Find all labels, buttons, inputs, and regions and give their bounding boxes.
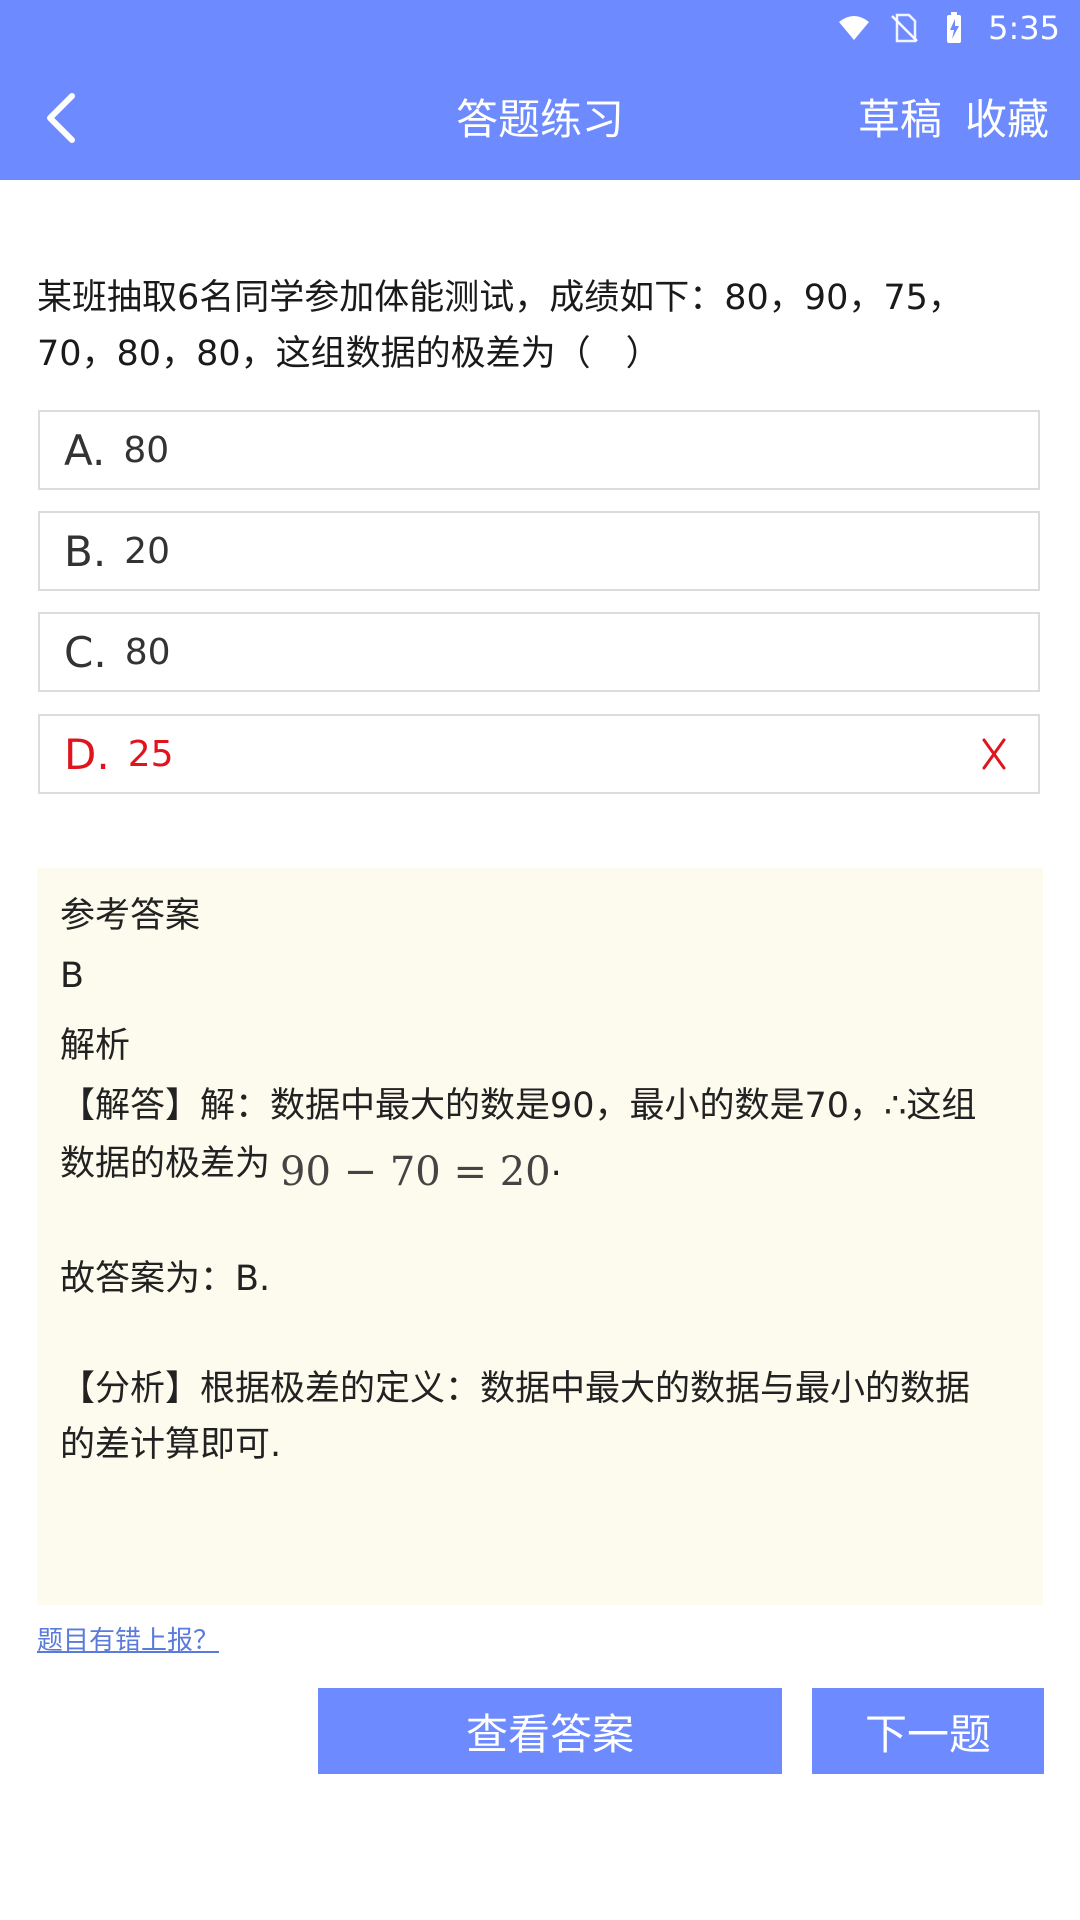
option-value: 25	[127, 733, 174, 775]
status-time: 5:35	[988, 9, 1060, 47]
wrong-x-icon	[982, 738, 1006, 770]
app-bar: 5:35 答题练习 草稿 收藏	[0, 0, 1080, 180]
analysis-line: 的差计算即可.	[60, 1425, 282, 1465]
next-question-button[interactable]: 下一题	[812, 1688, 1044, 1774]
analysis-title: 解析	[60, 1026, 131, 1066]
no-sim-icon	[891, 13, 919, 43]
option-letter: A.	[64, 425, 106, 475]
report-error-link[interactable]: 题目有错上报？	[37, 1620, 219, 1657]
reference-answer-title: 参考答案	[60, 896, 201, 936]
option-b[interactable]: B. 20	[38, 511, 1040, 591]
option-c[interactable]: C. 80	[38, 612, 1040, 692]
solution-line: 【解答】解：数据中最大的数是90，最小的数是70，∴这组	[60, 1086, 977, 1126]
status-bar: 5:35	[838, 8, 1060, 48]
favorite-button[interactable]: 收藏	[965, 92, 1049, 148]
formula: 90 − 70 = 20	[280, 1149, 551, 1195]
draft-button[interactable]: 草稿	[858, 92, 942, 148]
battery-charging-icon	[947, 12, 962, 43]
option-letter: C.	[64, 627, 107, 677]
question-line: 70，80，80，这组数据的极差为（ ）	[37, 334, 661, 374]
analysis-line: 【分析】根据极差的定义：数据中最大的数据与最小的数据	[60, 1369, 971, 1409]
conclusion-text: 故答案为：B.	[60, 1259, 271, 1299]
question-text: 某班抽取6名同学参加体能测试，成绩如下：80，90，75， 70，80，80，这…	[37, 270, 1047, 382]
formula-end: .	[550, 1144, 562, 1184]
reference-answer-value: B	[60, 956, 85, 996]
option-value: 20	[124, 530, 170, 572]
option-value: 80	[124, 631, 171, 673]
solution-line-with-formula: 数据的极差为 90 − 70 = 20.	[60, 1136, 1020, 1200]
question-line: 某班抽取6名同学参加体能测试，成绩如下：80，90，75，	[37, 278, 963, 318]
answer-panel: 参考答案 B 解析 【解答】解：数据中最大的数是90，最小的数是70，∴这组 数…	[37, 868, 1043, 1605]
option-letter: B.	[64, 526, 107, 576]
view-answer-button[interactable]: 查看答案	[318, 1688, 782, 1774]
wifi-icon	[839, 16, 870, 40]
option-d[interactable]: D. 25	[38, 714, 1040, 794]
option-letter: D.	[64, 729, 110, 779]
option-a[interactable]: A. 80	[38, 410, 1040, 490]
solution-line: 数据的极差为	[60, 1144, 271, 1184]
option-value: 80	[123, 429, 170, 471]
